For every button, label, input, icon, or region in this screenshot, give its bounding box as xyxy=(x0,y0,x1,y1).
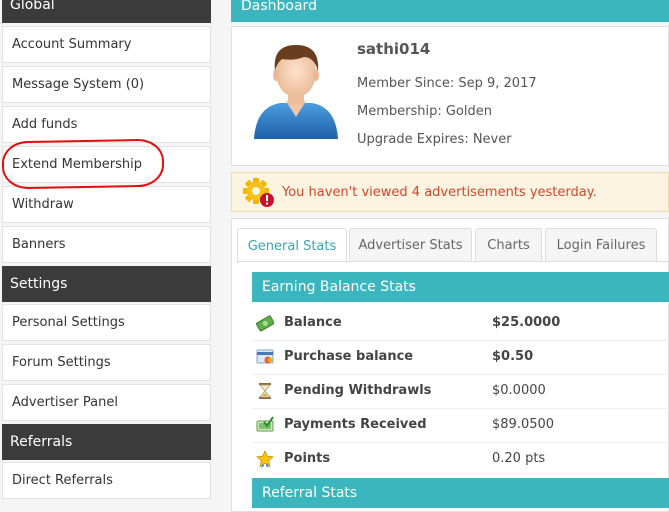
profile-member-since: Member Since: Sep 9, 2017 xyxy=(357,76,537,91)
sidebar-item-personal-settings[interactable]: Personal Settings xyxy=(2,304,211,341)
sidebar-item-direct-referrals[interactable]: Direct Referrals xyxy=(2,462,211,499)
avatar-icon xyxy=(254,45,338,139)
profile-membership: Membership: Golden xyxy=(357,104,492,119)
stat-value: $89.0500 xyxy=(492,417,555,432)
sidebar-item-account-summary[interactable]: Account Summary xyxy=(2,26,211,63)
money-icon xyxy=(256,315,274,332)
advertisement-alert: You haven't viewed 4 advertisements yest… xyxy=(231,172,669,212)
tab-login-failures[interactable]: Login Failures xyxy=(545,228,657,262)
referral-stats-header: Referral Stats xyxy=(252,478,669,508)
stat-row-balance: Balance $25.0000 xyxy=(252,306,669,340)
stat-row-payments-received: Payments Received $89.0500 xyxy=(252,408,669,442)
stat-row-pending-withdrawls: Pending Withdrawls $0.0000 xyxy=(252,374,669,408)
stat-row-points: Points 0.20 pts xyxy=(252,442,669,476)
alert-message: You haven't viewed 4 advertisements yest… xyxy=(282,185,597,200)
sidebar-item-add-funds[interactable]: Add funds xyxy=(2,106,211,143)
tab-charts[interactable]: Charts xyxy=(475,228,542,262)
sidebar-section-global: Global xyxy=(2,0,211,23)
profile-username: sathi014 xyxy=(357,40,431,58)
check-money-icon xyxy=(256,416,274,432)
sidebar-item-forum-settings[interactable]: Forum Settings xyxy=(2,344,211,381)
stat-label: Points xyxy=(284,451,331,466)
sidebar-section-referrals: Referrals xyxy=(2,424,211,460)
stat-label: Purchase balance xyxy=(284,349,414,364)
sidebar: Global Account Summary Message System (0… xyxy=(0,0,212,512)
card-icon xyxy=(256,349,274,364)
sidebar-item-banners[interactable]: Banners xyxy=(2,226,211,263)
earning-balance-header: Earning Balance Stats xyxy=(252,272,669,302)
sidebar-item-message-system[interactable]: Message System (0) xyxy=(2,66,211,103)
tab-general-stats[interactable]: General Stats xyxy=(237,228,347,263)
tab-advertiser-stats[interactable]: Advertiser Stats xyxy=(349,228,472,262)
star-icon xyxy=(256,450,274,468)
stat-value: $25.0000 xyxy=(492,315,561,330)
hourglass-icon xyxy=(259,383,271,399)
sidebar-item-withdraw[interactable]: Withdraw xyxy=(2,186,211,223)
stat-value: 0.20 pts xyxy=(492,451,546,466)
dashboard-title: Dashboard xyxy=(231,0,669,22)
tab-divider xyxy=(237,261,669,262)
stat-label: Balance xyxy=(284,315,342,330)
stat-label: Payments Received xyxy=(284,417,427,432)
sidebar-section-settings: Settings xyxy=(2,266,211,302)
profile-upgrade-expires: Upgrade Expires: Never xyxy=(357,132,512,147)
red-annotation-circle xyxy=(1,138,165,190)
sidebar-item-advertiser-panel[interactable]: Advertiser Panel xyxy=(2,384,211,421)
stat-row-purchase-balance: Purchase balance $0.50 xyxy=(252,340,669,374)
gear-warning-icon xyxy=(243,178,274,207)
stat-value: $0.50 xyxy=(492,349,534,364)
stat-label: Pending Withdrawls xyxy=(284,383,432,398)
profile-card: sathi014 Member Since: Sep 9, 2017 Membe… xyxy=(231,26,669,166)
stat-value: $0.0000 xyxy=(492,383,546,398)
